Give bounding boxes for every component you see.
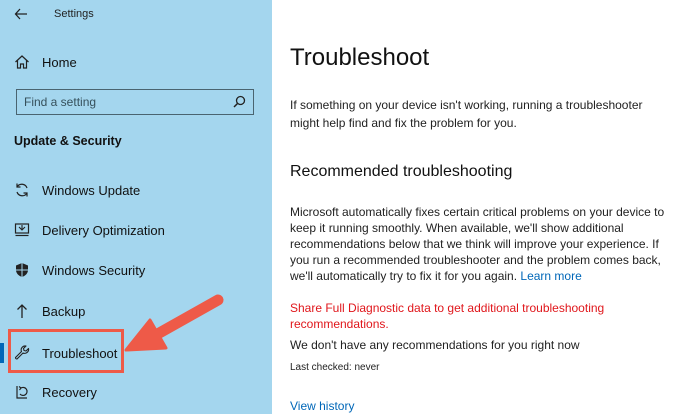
description-text: Microsoft automatically fixes certain cr… [290, 204, 674, 284]
selection-indicator [0, 343, 4, 363]
delivery-icon [14, 223, 30, 237]
sidebar-item-windows-update[interactable]: Windows Update [14, 179, 254, 201]
sidebar: Settings Home Update & Security Windows … [0, 0, 272, 414]
recovery-icon [16, 386, 28, 399]
sidebar-item-label: Recovery [42, 384, 97, 400]
search-icon[interactable] [233, 95, 246, 108]
sidebar-item-delivery-optimization[interactable]: Delivery Optimization [14, 219, 254, 241]
sync-icon [16, 183, 28, 197]
shield-icon [16, 263, 28, 277]
sidebar-item-label: Windows Security [42, 262, 146, 278]
home-label: Home [42, 54, 77, 70]
last-checked-text: Last checked: never [290, 362, 380, 373]
description-body: Microsoft automatically fixes certain cr… [290, 205, 665, 283]
sidebar-item-label: Windows Update [42, 182, 141, 198]
sidebar-item-label: Backup [42, 303, 86, 319]
diagnostic-data-link[interactable]: Share Full Diagnostic data to get additi… [290, 300, 670, 332]
intro-text: If something on your device isn't workin… [290, 98, 643, 130]
view-history-link[interactable]: View history [290, 399, 354, 413]
learn-more-link[interactable]: Learn more [520, 269, 581, 283]
sidebar-item-label: Delivery Optimization [42, 222, 165, 238]
page-title: Troubleshoot [290, 44, 430, 71]
search-input[interactable] [24, 93, 224, 111]
sidebar-item-recovery[interactable]: Recovery [14, 381, 254, 403]
title-bar: Settings [0, 4, 272, 26]
back-arrow-icon[interactable] [14, 7, 28, 21]
window-title: Settings [54, 8, 94, 20]
home-icon [15, 55, 29, 69]
section-title: Update & Security [14, 134, 122, 148]
annotation-highlight-box [8, 329, 124, 373]
upload-arrow-icon [17, 304, 27, 318]
search-box[interactable] [16, 89, 254, 115]
section-heading: Recommended troubleshooting [290, 163, 513, 180]
home-nav-item[interactable]: Home [14, 52, 254, 72]
sidebar-item-windows-security[interactable]: Windows Security [14, 259, 254, 281]
main-content: Troubleshoot If something on your device… [272, 0, 680, 414]
annotation-arrow-icon [124, 294, 224, 352]
settings-window: Settings Home Update & Security Windows … [0, 0, 680, 414]
no-recommendations-text: We don't have any recommendations for yo… [290, 338, 580, 352]
